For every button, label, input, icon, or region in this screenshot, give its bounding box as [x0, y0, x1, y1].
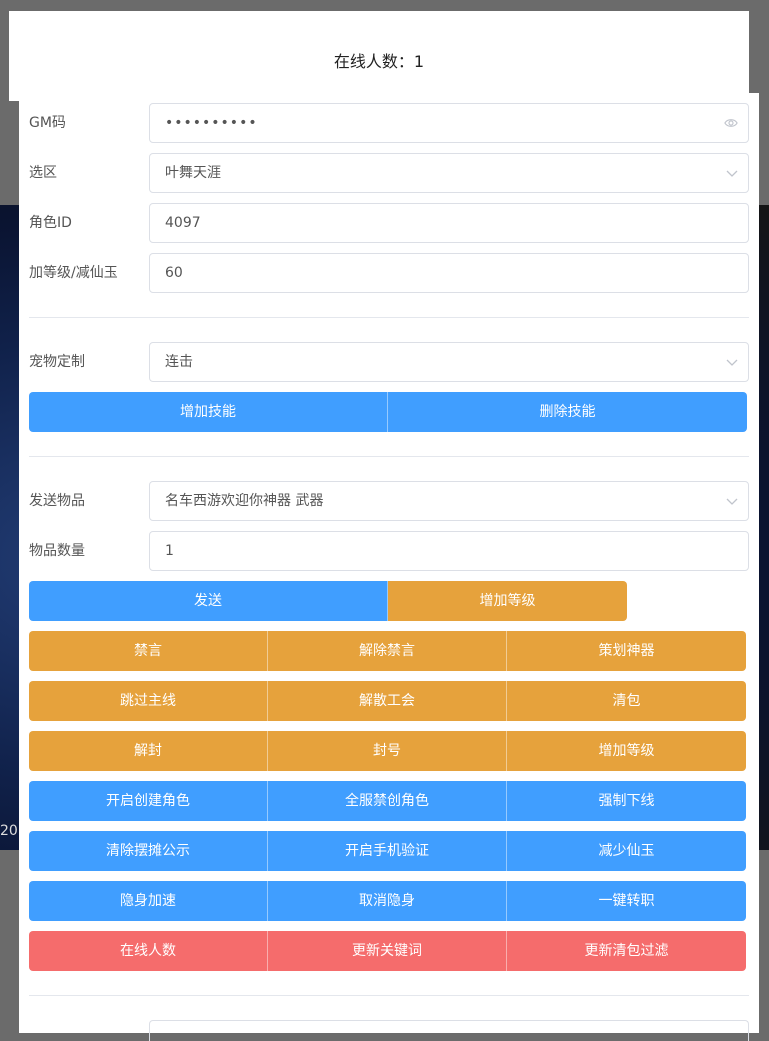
reduce-jade-button[interactable]: 减少仙玉	[507, 831, 746, 871]
delete-skill-button[interactable]: 删除技能	[388, 392, 747, 432]
role-id-label: 角色ID	[29, 215, 72, 231]
gm-code-value: ••••••••••	[165, 115, 258, 131]
update-keywords-button[interactable]: 更新关键词	[268, 931, 507, 971]
button-group-7: 在线人数 更新关键词 更新清包过滤	[29, 931, 746, 971]
chevron-down-icon	[726, 498, 738, 505]
divider	[29, 995, 749, 996]
gm-code-row: GM码 ••••••••••	[29, 103, 749, 143]
planner-artifact-button[interactable]: 策划神器	[507, 631, 746, 671]
gm-code-label: GM码	[29, 115, 66, 131]
server-select[interactable]: 叶舞天涯	[149, 153, 749, 193]
chevron-down-icon	[726, 170, 738, 177]
item-row: 发送物品 名车西游欢迎你神器 武器	[29, 481, 749, 521]
force-offline-button[interactable]: 强制下线	[507, 781, 746, 821]
enable-phone-verify-button[interactable]: 开启手机验证	[268, 831, 507, 871]
item-qty-label: 物品数量	[29, 543, 85, 559]
button-group-6: 隐身加速 取消隐身 一键转职	[29, 881, 746, 921]
item-value: 名车西游欢迎你神器 武器	[165, 493, 324, 509]
button-group-1: 禁言 解除禁言 策划神器	[29, 631, 746, 671]
eye-icon[interactable]	[724, 116, 738, 130]
unmute-button[interactable]: 解除禁言	[268, 631, 507, 671]
add-skill-button[interactable]: 增加技能	[29, 392, 388, 432]
disband-guild-button[interactable]: 解散工会	[268, 681, 507, 721]
divider	[29, 317, 749, 318]
level-jade-label: 加等级/减仙玉	[29, 265, 118, 281]
button-group-4: 开启创建角色 全服禁创角色 强制下线	[29, 781, 746, 821]
pet-label: 宠物定制	[29, 354, 85, 370]
button-group-3: 解封 封号 增加等级	[29, 731, 746, 771]
send-button[interactable]: 发送	[29, 581, 388, 621]
item-select[interactable]: 名车西游欢迎你神器 武器	[149, 481, 749, 521]
background-text: 20	[0, 823, 18, 839]
item-qty-input[interactable]: 1	[149, 531, 749, 571]
level-jade-row: 加等级/减仙玉 60	[29, 253, 749, 293]
divider	[29, 456, 749, 457]
increase-level-button[interactable]: 增加等级	[507, 731, 746, 771]
online-count-button[interactable]: 在线人数	[29, 931, 268, 971]
online-count: 在线人数：1	[333, 52, 425, 71]
cancel-stealth-button[interactable]: 取消隐身	[268, 881, 507, 921]
pet-value: 连击	[165, 354, 193, 370]
send-button-group: 发送 增加等级	[29, 581, 627, 621]
pet-button-group: 增加技能 删除技能	[29, 392, 747, 432]
mute-button[interactable]: 禁言	[29, 631, 268, 671]
skip-mainline-button[interactable]: 跳过主线	[29, 681, 268, 721]
update-clear-filter-button[interactable]: 更新清包过滤	[507, 931, 746, 971]
server-label: 选区	[29, 165, 57, 181]
level-jade-value: 60	[165, 265, 183, 281]
stealth-speed-button[interactable]: 隐身加速	[29, 881, 268, 921]
gm-panel: GM码 •••••••••• 选区 叶舞天涯 角色ID 4097 加等级/减仙玉…	[19, 93, 759, 1041]
next-field[interactable]	[149, 1020, 749, 1041]
server-value: 叶舞天涯	[165, 165, 221, 181]
pet-row: 宠物定制 连击	[29, 342, 749, 382]
button-group-5: 清除摆摊公示 开启手机验证 减少仙玉	[29, 831, 746, 871]
add-level-button[interactable]: 增加等级	[388, 581, 627, 621]
pet-select[interactable]: 连击	[149, 342, 749, 382]
chevron-down-icon	[726, 359, 738, 366]
ban-button[interactable]: 封号	[268, 731, 507, 771]
online-header: 在线人数：1	[9, 11, 749, 101]
unban-button[interactable]: 解封	[29, 731, 268, 771]
server-row: 选区 叶舞天涯	[29, 153, 749, 193]
item-qty-row: 物品数量 1	[29, 531, 749, 571]
clear-stall-button[interactable]: 清除摆摊公示	[29, 831, 268, 871]
level-jade-input[interactable]: 60	[149, 253, 749, 293]
role-id-row: 角色ID 4097	[29, 203, 749, 243]
clear-bag-button[interactable]: 清包	[507, 681, 746, 721]
role-id-input[interactable]: 4097	[149, 203, 749, 243]
gm-code-input[interactable]: ••••••••••	[149, 103, 749, 143]
item-label: 发送物品	[29, 493, 85, 509]
role-id-value: 4097	[165, 215, 201, 231]
button-group-2: 跳过主线 解散工会 清包	[29, 681, 746, 721]
enable-create-role-button[interactable]: 开启创建角色	[29, 781, 268, 821]
one-click-job-change-button[interactable]: 一键转职	[507, 881, 746, 921]
item-qty-value: 1	[165, 543, 174, 559]
disable-create-role-button[interactable]: 全服禁创角色	[268, 781, 507, 821]
